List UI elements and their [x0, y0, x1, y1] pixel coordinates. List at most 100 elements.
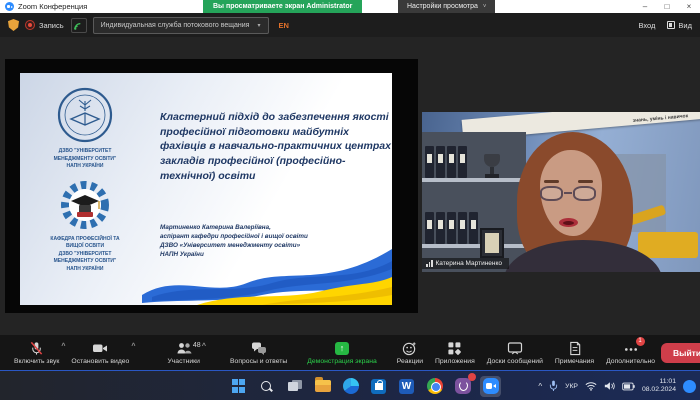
clock-time: 11:01 — [659, 377, 676, 385]
flag-wave-graphic — [142, 249, 392, 305]
unmute-button[interactable]: Включить звук — [8, 335, 65, 370]
whiteboard-icon — [507, 341, 523, 356]
zoom-window: Zoom Конференция Вы просматриваете экран… — [0, 0, 700, 400]
trophy — [484, 154, 500, 178]
windows-logo-icon — [231, 379, 246, 393]
qa-button[interactable]: Вопросы и ответы — [224, 335, 293, 370]
recording-icon — [25, 20, 35, 30]
notes-button[interactable]: Примечания — [549, 335, 600, 370]
smiley-icon — [402, 341, 417, 356]
word-icon: W — [399, 378, 414, 394]
more-dots-icon: 1 — [623, 336, 645, 356]
windows-taskbar: W ^ УКР 11:01 08.02.2024 — [0, 370, 700, 400]
participants-button[interactable]: 48 Участники — [161, 335, 205, 370]
notification-center-icon[interactable] — [683, 379, 696, 393]
chrome-icon — [426, 378, 443, 394]
share-screen-icon: ↑ — [335, 341, 349, 356]
maximize-button[interactable]: □ — [656, 0, 678, 13]
bookshelf — [422, 132, 526, 272]
edge-icon — [342, 378, 359, 394]
notes-icon — [568, 341, 582, 356]
stream-service-dropdown[interactable]: Индивидуальная служба потокового вещания… — [92, 16, 269, 34]
task-view-icon — [287, 380, 302, 392]
zoom-toolbar: Включить звук ^ Остановить видео ^ 48 Уч… — [0, 335, 700, 370]
participants-count: 48 — [192, 341, 201, 349]
viber-button[interactable] — [452, 372, 476, 397]
eyebrow — [544, 180, 559, 183]
chevron-down-icon: ˅ — [482, 3, 487, 10]
file-explorer-button[interactable] — [312, 376, 333, 397]
battery-icon[interactable] — [622, 382, 635, 391]
glasses-lens — [540, 186, 563, 201]
audio-signal-icon — [426, 260, 433, 267]
folder-icon — [314, 377, 331, 392]
reactions-button[interactable]: Реакции — [391, 335, 429, 370]
close-button[interactable]: × — [678, 0, 700, 13]
participant-name-tag: Катерина Мартиненко — [422, 258, 510, 269]
taskbar-clock[interactable]: 11:01 08.02.2024 — [642, 378, 676, 395]
language-badge[interactable]: EN — [279, 21, 289, 30]
muted-mic-icon — [29, 341, 44, 356]
presentation-slide: ДЗВО "УНІВЕРСИТЕТ МЕНЕДЖМЕНТУ ОСВІТИ" НА… — [20, 73, 392, 305]
apps-grid-icon — [447, 341, 462, 356]
camera-icon — [92, 341, 108, 356]
department-logo-caption: КАФЕДРА ПРОФЕСІЙНОЇ ТА ВИЩОЇ ОСВІТИ ДЗВО… — [50, 235, 120, 272]
system-tray: ^ УКР 11:01 08.02.2024 — [538, 371, 696, 400]
window-titlebar: Zoom Конференция Вы просматриваете экран… — [0, 0, 700, 13]
taskbar-search[interactable] — [256, 376, 277, 397]
apps-button[interactable]: Приложения — [429, 335, 481, 370]
viewing-screen-banner: Вы просматриваете экран Administrator — [203, 0, 363, 13]
meeting-main-area: ДЗВО "УНІВЕРСИТЕТ МЕНЕДЖМЕНТУ ОСВІТИ" НА… — [0, 37, 700, 335]
zoom-icon — [482, 378, 499, 394]
university-logo-caption: ДЗВО "УНІВЕРСИТЕТ МЕНЕДЖМЕНТУ ОСВІТИ" НА… — [53, 148, 117, 169]
glasses-bridge — [564, 192, 572, 194]
start-button[interactable] — [228, 376, 249, 397]
signin-link[interactable]: Вход — [638, 21, 655, 30]
window-title: Zoom Конференция — [18, 2, 88, 11]
clock-date: 08.02.2024 — [641, 386, 676, 393]
zoom-app-icon — [5, 2, 14, 11]
leave-button[interactable]: Выйти — [661, 342, 700, 363]
slide-logo-column: ДЗВО "УНІВЕРСИТЕТ МЕНЕДЖМЕНТУ ОСВІТИ" НА… — [20, 73, 150, 305]
participants-icon: 48 — [176, 341, 201, 356]
share-screen-button[interactable]: ↑ Демонстрация экрана — [301, 335, 382, 370]
whiteboards-button[interactable]: Доски сообщений — [481, 335, 549, 370]
view-settings-button[interactable]: Настройки просмотра ˅ — [398, 0, 496, 13]
slide-title: Кластерний підхід до забезпечення якості… — [160, 111, 391, 182]
task-view-button[interactable] — [284, 376, 305, 397]
minimize-button[interactable]: – — [634, 0, 656, 13]
search-icon — [259, 379, 274, 394]
view-icon — [667, 21, 676, 29]
view-button[interactable]: Вид — [667, 21, 692, 30]
hidden-icons-chevron[interactable]: ^ — [538, 382, 542, 391]
word-button[interactable]: W — [396, 376, 417, 397]
store-icon — [371, 378, 386, 394]
security-shield-icon[interactable] — [8, 19, 19, 31]
participant-mouth — [559, 218, 578, 227]
volume-icon[interactable] — [604, 381, 615, 391]
language-indicator[interactable]: УКР — [565, 383, 578, 390]
more-notification-badge: 1 — [635, 336, 645, 346]
viber-icon — [454, 378, 471, 394]
viber-notification-badge — [468, 372, 476, 381]
chrome-button[interactable] — [424, 376, 445, 397]
stop-video-button[interactable]: Остановить видео — [65, 335, 135, 370]
recording-label: Запись — [39, 20, 64, 30]
live-stream-icon — [70, 17, 87, 33]
university-logo — [57, 87, 113, 143]
zoom-taskbar-button[interactable] — [480, 375, 501, 397]
glasses-lens — [573, 186, 596, 201]
edge-button[interactable] — [340, 376, 361, 397]
eyebrow — [578, 180, 593, 183]
store-button[interactable] — [368, 376, 389, 397]
window-controls: – □ × — [634, 0, 700, 13]
framed-certificate — [480, 228, 504, 258]
meeting-info-bar: Запись Индивидуальная служба потокового … — [0, 13, 700, 37]
more-button[interactable]: 1 Дополнительно — [600, 335, 661, 370]
wifi-icon[interactable] — [585, 381, 597, 391]
department-logo — [61, 180, 109, 229]
participant-video[interactable]: знань, умінь і навичок Катерина Мартинен… — [422, 112, 700, 272]
dropdown-arrow-icon: ▾ — [257, 22, 261, 29]
tray-mic-icon[interactable] — [549, 380, 558, 392]
shared-screen-canvas: ДЗВО "УНІВЕРСИТЕТ МЕНЕДЖМЕНТУ ОСВІТИ" НА… — [5, 59, 418, 313]
